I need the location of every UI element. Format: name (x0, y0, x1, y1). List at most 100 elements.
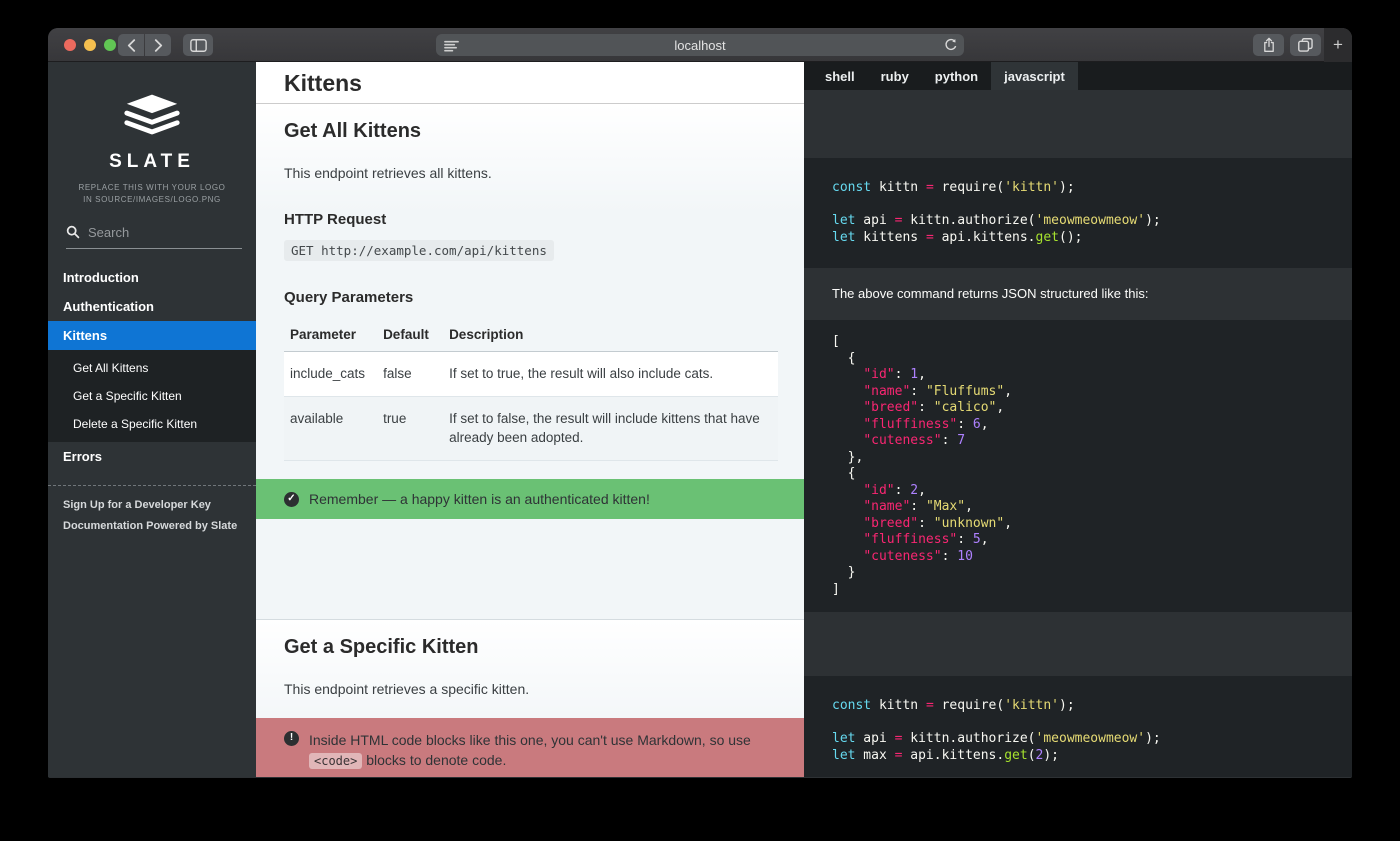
code-line: { (832, 466, 1324, 483)
code-line: ] (832, 582, 1324, 599)
share-button[interactable] (1253, 34, 1284, 56)
sidebar-icon (190, 39, 207, 52)
warning-callout: ! Inside HTML code blocks like this one,… (256, 718, 804, 777)
section-get-all-kittens: Get All Kittens This endpoint retrieves … (256, 104, 804, 619)
column-header-parameter: Parameter (284, 318, 377, 352)
url-bar[interactable]: localhost (436, 34, 964, 56)
column-header-default: Default (377, 318, 443, 352)
cell-parameter: include_cats (284, 352, 377, 397)
sidebar-item-delete-a-specific-kitten[interactable]: Delete a Specific Kitten (48, 410, 256, 438)
code-line: let max = api.kittens.get(2); (832, 748, 1324, 765)
code-line: "name": "Max", (832, 499, 1324, 516)
sidebar-item-errors[interactable]: Errors (48, 442, 256, 471)
code-line: "fluffiness": 5, (832, 532, 1324, 549)
code-line: let kittens = api.kittens.get(); (832, 230, 1324, 247)
section-get-a-specific-kitten: Get a Specific Kitten This endpoint retr… (256, 619, 804, 777)
code-block-get-specific-kitten: const kittn = require('kittn'); let api … (804, 676, 1352, 777)
share-icon (1262, 37, 1276, 53)
browser-window: localhost + (48, 28, 1352, 778)
code-line: }, (832, 450, 1324, 467)
chevron-left-icon (127, 39, 136, 52)
table-header-row: Parameter Default Description (284, 318, 778, 352)
forward-button[interactable] (145, 34, 171, 56)
section-heading: Get All Kittens (256, 104, 804, 143)
tab-ruby[interactable]: ruby (868, 62, 922, 90)
section-intro: This endpoint retrieves a specific kitte… (256, 659, 804, 699)
cell-description: If set to true, the result will also inc… (443, 352, 778, 397)
code-line: "id": 2, (832, 483, 1324, 500)
exclamation-icon: ! (284, 731, 299, 746)
code-line: [ (832, 334, 1324, 351)
code-line: "cuteness": 10 (832, 549, 1324, 566)
cell-default: false (377, 352, 443, 397)
success-callout: ✓ Remember — a happy kitten is an authen… (256, 479, 804, 519)
new-tab-button[interactable]: + (1324, 28, 1352, 62)
check-icon: ✓ (284, 492, 299, 507)
code-line: } (832, 565, 1324, 582)
query-parameters-table: Parameter Default Description include_ca… (284, 318, 778, 461)
query-parameters-heading: Query Parameters (256, 261, 804, 306)
cell-parameter: available (284, 396, 377, 460)
code-line: { (832, 351, 1324, 368)
code-line: let api = kittn.authorize('meowmeowmeow'… (832, 213, 1324, 230)
logo-note: REPLACE THIS WITH YOUR LOGO IN SOURCE/IM… (48, 182, 256, 207)
tab-overview-button[interactable] (1290, 34, 1321, 56)
chevron-right-icon (154, 39, 163, 52)
app-body: SLATE REPLACE THIS WITH YOUR LOGO IN SOU… (48, 62, 1352, 777)
code-line: const kittn = require('kittn'); (832, 698, 1324, 715)
code-line: "fluffiness": 6, (832, 417, 1324, 434)
sidebar-toggle-button[interactable] (183, 34, 213, 56)
signup-link[interactable]: Sign Up for a Developer Key (63, 498, 256, 513)
back-button[interactable] (118, 34, 144, 56)
minimize-button[interactable] (84, 39, 96, 51)
desktop-background: localhost + (0, 0, 1400, 841)
code-line: "breed": "unknown", (832, 516, 1324, 533)
sidebar-subnav: Get All Kittens Get a Specific Kitten De… (48, 350, 256, 442)
code-line: const kittn = require('kittn'); (832, 180, 1324, 197)
sidebar-item-get-a-specific-kitten[interactable]: Get a Specific Kitten (48, 382, 256, 410)
column-header-description: Description (443, 318, 778, 352)
table-row: include_cats false If set to true, the r… (284, 352, 778, 397)
search-icon (66, 225, 80, 239)
browser-titlebar: localhost + (48, 28, 1352, 62)
cell-default: true (377, 396, 443, 460)
slate-logo-icon (121, 92, 183, 138)
sidebar-item-get-all-kittens[interactable]: Get All Kittens (48, 354, 256, 382)
http-request-heading: HTTP Request (256, 183, 804, 228)
logo-title: SLATE (48, 151, 256, 173)
close-button[interactable] (64, 39, 76, 51)
url-text: localhost (436, 38, 964, 53)
powered-by-slate-link[interactable]: Documentation Powered by Slate (63, 519, 256, 534)
reload-button[interactable] (944, 38, 958, 57)
page-title: Kittens (284, 70, 776, 97)
sidebar-item-introduction[interactable]: Introduction (48, 263, 256, 292)
sidebar-item-kittens[interactable]: Kittens (48, 321, 256, 350)
code-block-get-all-kittens: const kittn = require('kittn'); let api … (804, 158, 1352, 268)
sidebar-footer: Sign Up for a Developer Key Documentatio… (48, 485, 256, 541)
tab-javascript[interactable]: javascript (991, 62, 1078, 90)
inline-code-tag: <code> (309, 753, 362, 769)
code-block-json-response: [ { "id": 1, "name": "Fluffums", "breed"… (804, 320, 1352, 612)
doc-content: Kittens Get All Kittens This endpoint re… (256, 62, 804, 777)
code-line: "breed": "calico", (832, 400, 1324, 417)
tab-shell[interactable]: shell (812, 62, 868, 90)
success-callout-text: Remember — a happy kitten is an authenti… (309, 489, 650, 509)
code-line: "cuteness": 7 (832, 433, 1324, 450)
sidebar-item-authentication[interactable]: Authentication (48, 292, 256, 321)
fullscreen-button[interactable] (104, 39, 116, 51)
cell-description: If set to false, the result will include… (443, 396, 778, 460)
tabs-icon (1298, 38, 1313, 52)
logo-block: SLATE REPLACE THIS WITH YOUR LOGO IN SOU… (48, 62, 256, 207)
code-line: "id": 1, (832, 367, 1324, 384)
language-selector: shell ruby python javascript (804, 62, 1352, 90)
code-annotation: The above command returns JSON structure… (804, 268, 1352, 320)
tab-python[interactable]: python (922, 62, 991, 90)
search-field[interactable] (66, 225, 242, 249)
sidebar: SLATE REPLACE THIS WITH YOUR LOGO IN SOU… (48, 62, 256, 777)
warning-callout-text: Inside HTML code blocks like this one, y… (309, 730, 776, 771)
section-intro: This endpoint retrieves all kittens. (256, 143, 804, 183)
reader-icon[interactable] (444, 39, 459, 57)
search-input[interactable] (88, 225, 238, 240)
code-line (832, 715, 1324, 732)
code-line: "name": "Fluffums", (832, 384, 1324, 401)
